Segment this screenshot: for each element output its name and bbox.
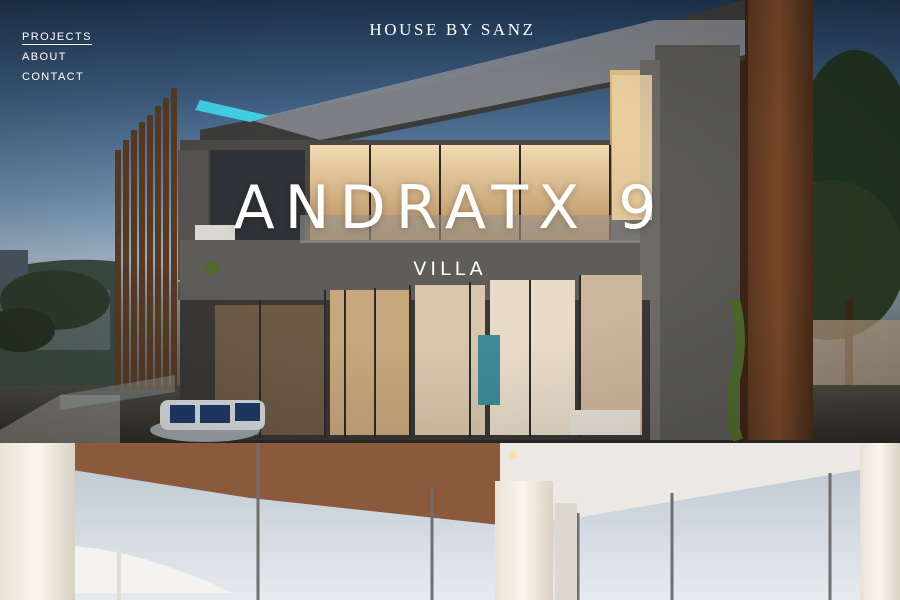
page: PROJECTS ABOUT CONTACT HOUSE BY SANZ AND…: [0, 0, 900, 600]
nav-item-about-label: ABOUT: [22, 51, 67, 63]
nav-item-about[interactable]: ABOUT: [22, 47, 92, 67]
page-title: ANDRATX 9: [233, 173, 667, 243]
interior-image: [0, 443, 900, 600]
page-subtitle: VILLA: [413, 258, 487, 280]
interior-section: [0, 443, 900, 600]
nav-item-contact-label: CONTACT: [22, 71, 85, 83]
brand-logo[interactable]: HOUSE BY SANZ: [0, 20, 900, 40]
nav-item-contact[interactable]: CONTACT: [22, 67, 92, 87]
